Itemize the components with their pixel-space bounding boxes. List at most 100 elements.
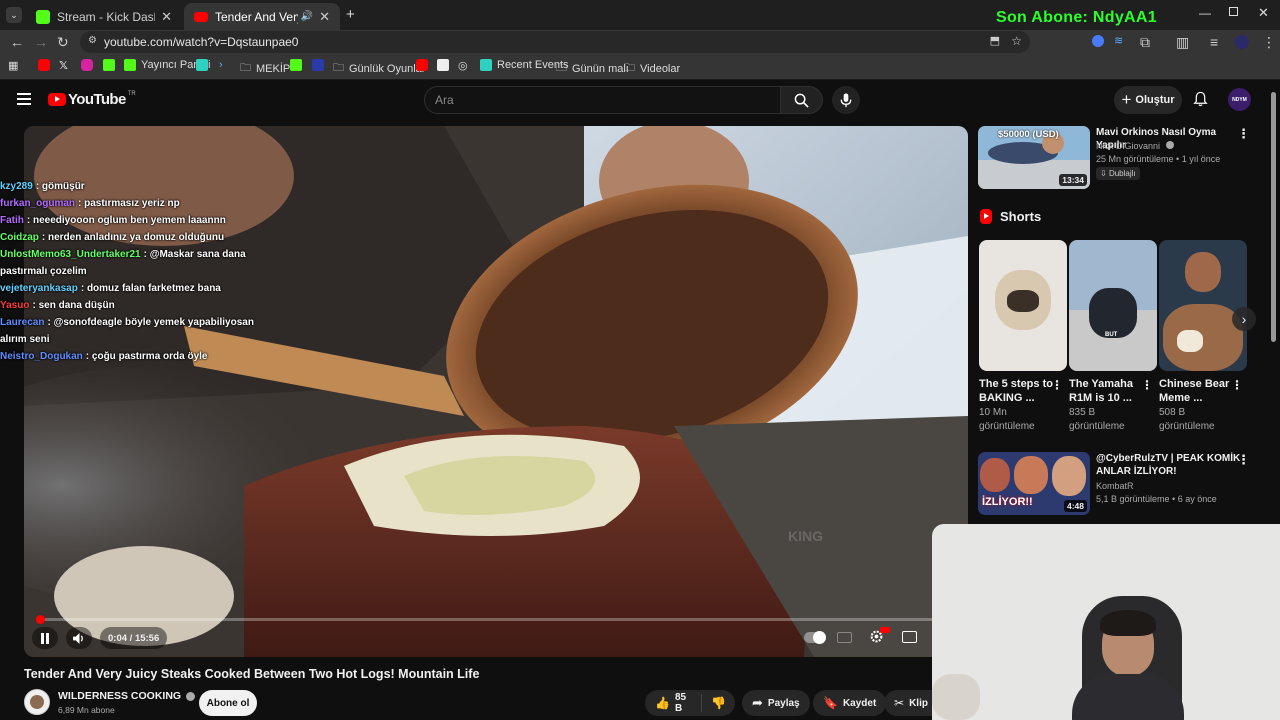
short-views: 508 Bgörüntüleme <box>1159 407 1215 432</box>
bookmark-x[interactable]: 𝕏 <box>59 59 68 72</box>
more-options-icon[interactable]: ⋮ <box>1237 126 1250 142</box>
bookmarks-bar: ▦ 𝕏 Yayıncı Paneli › 🗀 MEKİP 🗀 Günlük Oyun… <box>0 54 1280 80</box>
mute-button[interactable] <box>66 627 92 649</box>
bookmark-folder-gunun-mali[interactable]: 🗀 Günün malı <box>556 59 629 78</box>
url-field[interactable]: ⚙ youtube.com/watch?v=Dqstaunpae0 ⬒ ☆ <box>80 31 1030 53</box>
pause-button[interactable] <box>32 627 58 649</box>
bookmark-folder-videolar[interactable]: 🗀 Videolar <box>624 59 680 78</box>
search-input[interactable]: Ara <box>424 86 781 114</box>
time-display: 0:04 / 15:56 <box>100 627 168 649</box>
subtitles-button[interactable] <box>837 632 852 643</box>
bookmark-instagram[interactable] <box>81 59 98 71</box>
logo-text: YouTube <box>68 91 126 108</box>
progress-bar[interactable] <box>35 615 936 624</box>
search-icon <box>794 93 809 108</box>
tab-kick-dashboard[interactable]: Stream - Kick Dashboard ✕ <box>26 3 182 30</box>
more-options-icon[interactable]: ⋮ <box>1051 378 1063 392</box>
folder-icon: 🗀 <box>556 62 567 74</box>
more-options-icon[interactable]: ⋮ <box>1231 378 1243 392</box>
plus-icon: + <box>1121 90 1132 109</box>
chat-text: : çoğu pastırma orda öyle <box>85 351 208 362</box>
clip-button[interactable]: ✂ Klip <box>884 690 936 716</box>
recommended-video[interactable]: İZLİYOR!! 4:48 @CyberRulzTV | PEAK KOMİK… <box>978 452 1258 520</box>
channel-name[interactable]: WILDERNESS COOKING <box>58 690 196 702</box>
site-info-icon[interactable]: ⚙ <box>88 35 97 46</box>
close-tab-icon[interactable]: ✕ <box>319 9 330 25</box>
hamburger-menu-icon[interactable] <box>17 93 31 105</box>
short-card[interactable]: The 5 steps to BAKING ... 10 Mn görüntüle… <box>979 240 1067 434</box>
voice-search-button[interactable] <box>832 86 860 114</box>
chat-username: UnlostMemo63_Undertaker21 <box>0 249 141 260</box>
side-panel-icon[interactable]: ▥ <box>1176 34 1189 51</box>
bookmark-icon[interactable] <box>437 59 454 71</box>
video-meta: 25 Mn görüntüleme • 1 yıl önce <box>1096 154 1221 164</box>
back-icon[interactable]: ← <box>10 34 24 50</box>
bookmark-icon[interactable]: › <box>219 59 223 71</box>
forward-icon[interactable]: → <box>34 34 48 50</box>
media-icon[interactable]: ≡ <box>1210 34 1218 50</box>
close-tab-icon[interactable]: ✕ <box>161 9 172 25</box>
video-title: Tender And Very Juicy Steaks Cooked Betw… <box>24 667 480 681</box>
extension-icon[interactable]: ≋ <box>1114 34 1123 47</box>
restore-button[interactable] <box>1229 7 1238 16</box>
search-button[interactable] <box>781 86 823 114</box>
subscribe-button[interactable]: Abone ol <box>199 690 257 716</box>
short-card[interactable]: BUT The Yamaha R1M is 10 ... 835 Bgörünt… <box>1069 240 1157 434</box>
bookmark-kick[interactable] <box>103 59 120 71</box>
thumbs-up-icon: 👍 <box>655 696 670 710</box>
bookmark-folder-mekip[interactable]: 🗀 MEKİP <box>240 59 290 78</box>
pause-icon <box>41 632 49 644</box>
speaker-icon[interactable]: 🔊 <box>301 11 313 22</box>
autoplay-toggle[interactable] <box>804 631 826 644</box>
extensions-icon[interactable]: ⧉ <box>1140 34 1150 51</box>
share-button[interactable]: ➦ Paylaş <box>742 690 810 716</box>
short-card[interactable]: Chinese Bear Meme ... 508 Bgörüntüleme ⋮ <box>1159 240 1247 434</box>
progress-scrubber[interactable] <box>35 615 45 624</box>
youtube-logo[interactable]: YouTube TR <box>48 91 136 108</box>
close-window-button[interactable]: ✕ <box>1258 5 1269 21</box>
create-button[interactable]: + Oluştur <box>1114 86 1182 114</box>
shorts-heading: Shorts <box>980 209 1041 224</box>
shorts-next-button[interactable]: › <box>1232 307 1256 331</box>
logo-region: TR <box>127 90 136 97</box>
video-title: @CyberRulzTV | PEAK KOMİK ANLAR İZLİYOR! <box>1096 453 1241 477</box>
extension-icon[interactable] <box>1092 35 1104 47</box>
bookmark-kick[interactable] <box>290 59 307 71</box>
bookmark-folder-gunluk-oyunlar[interactable]: 🗀 Günlük Oyunlar <box>333 59 425 78</box>
channel-avatar[interactable] <box>24 689 50 715</box>
tab-list-button[interactable]: ⌄ <box>6 7 22 23</box>
account-avatar[interactable]: NDYM <box>1228 88 1251 111</box>
bookmark-youtube[interactable] <box>38 59 55 71</box>
url-text: youtube.com/watch?v=Dqstaunpae0 <box>104 35 299 49</box>
new-tab-button[interactable]: + <box>346 6 355 23</box>
reload-icon[interactable]: ↻ <box>57 34 69 51</box>
more-options-icon[interactable]: ⋮ <box>1237 452 1250 468</box>
scissors-icon: ✂ <box>894 696 905 710</box>
scrollbar-thumb[interactable] <box>1271 92 1276 342</box>
bookmark-star-icon[interactable]: ☆ <box>1011 34 1022 48</box>
save-button[interactable]: 🔖 Kaydet <box>813 690 887 716</box>
like-button[interactable]: 👍 85 B <box>645 692 703 714</box>
tab-label: Stream - Kick Dashboard <box>57 9 155 24</box>
bookmark-icon[interactable]: ◎ <box>458 59 468 72</box>
shorts-icon <box>980 209 992 224</box>
bookmark-icon[interactable] <box>312 59 329 71</box>
address-bar-row: ← → ↻ ⚙ youtube.com/watch?v=Dqstaunpae0 … <box>0 30 1280 54</box>
apps-icon[interactable]: ▦ <box>8 59 18 72</box>
notifications-button[interactable] <box>1193 91 1208 107</box>
bookmark-youtube[interactable] <box>416 59 433 71</box>
time-separator: / <box>127 632 135 644</box>
tab-youtube-video[interactable]: Tender And Very Juicy Steak 🔊 ✕ <box>184 3 340 30</box>
miniplayer-button[interactable] <box>902 631 917 643</box>
profile-icon[interactable] <box>1235 35 1249 49</box>
menu-icon[interactable]: ⋮ <box>1262 34 1276 51</box>
chat-text: : neeediyooon oglum ben yemem laaannn <box>26 215 226 226</box>
dubbed-badge: ⇩ Dublajlı <box>1096 167 1140 180</box>
stream-chat-overlay: kzy289: gömüşür furkan_oguman: pastırması… <box>0 178 260 365</box>
minimize-button[interactable]: — <box>1199 6 1211 20</box>
recommended-video[interactable]: $50000 (USD) 13:34 Mavi Orkinos Nasıl Oy… <box>978 126 1258 190</box>
more-options-icon[interactable]: ⋮ <box>1141 378 1153 392</box>
install-icon[interactable]: ⬒ <box>990 34 1000 47</box>
bookmark-icon[interactable] <box>196 59 213 71</box>
dislike-button[interactable]: 👎 <box>702 696 735 710</box>
